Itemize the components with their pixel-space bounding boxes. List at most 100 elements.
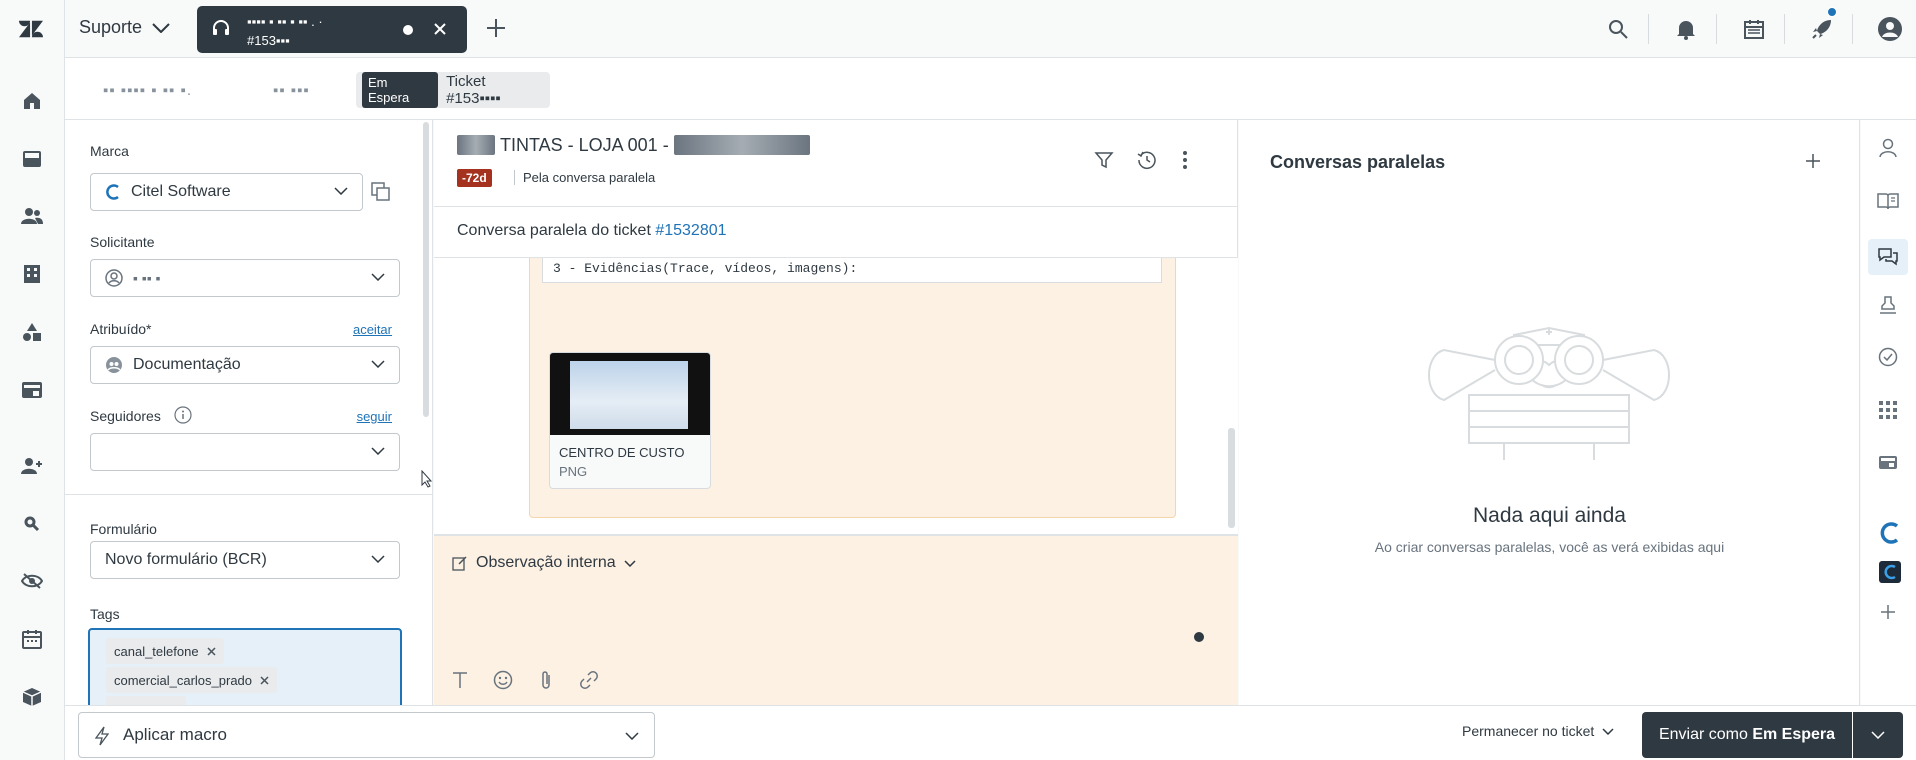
chevron-down-icon [625,732,639,740]
user-profile-icon[interactable] [1875,135,1901,161]
requester-select[interactable]: ▪ ▪▪ ▪ [90,259,400,297]
divider [65,494,432,495]
top-bar: Suporte ▪▪▪▪ ▪ ▪▪ ▪ ▪▪ . · #153▪▪▪ [65,0,1916,58]
tab-ticket[interactable]: Em Espera Ticket #153▪▪▪▪ [356,72,550,108]
scrollbar[interactable] [423,122,429,417]
reply-composer[interactable]: Observação interna [434,534,1238,705]
remove-tag-icon[interactable] [260,675,269,685]
more-options-icon[interactable] [1182,150,1188,170]
attachment-icon[interactable] [534,668,558,692]
tab-label: Ticket #153▪▪▪▪ [446,73,501,107]
tag-item: canal_telefone [106,638,224,664]
composer-mode-select[interactable]: Observação interna [452,554,636,572]
subject-redacted: ▪▪▪▪▪ ▪ ▪▪▪▪▪ ▪▪▪▪▪▪▪▪ [673,135,810,155]
views-inbox-icon[interactable] [20,147,44,171]
accept-link[interactable]: aceitar [353,322,392,337]
customers-icon[interactable] [20,204,44,228]
person-icon [105,269,123,287]
chevron-down-icon [371,555,385,563]
filter-icon[interactable] [1094,150,1114,170]
side-conversations-icon[interactable] [1868,239,1908,275]
link-icon[interactable] [577,668,601,692]
home-icon[interactable] [20,89,44,113]
rocket-icon[interactable] [1809,7,1837,42]
grammarly-dot-icon[interactable] [1194,632,1204,642]
emoji-icon[interactable] [491,668,515,692]
remove-tag-icon[interactable] [207,646,216,656]
attachment-card[interactable]: CENTRO DE CUSTO PNG [549,352,711,489]
mouse-cursor-icon [421,470,433,488]
chevron-down-icon [1602,727,1614,735]
chevron-down-icon [1871,731,1885,739]
stay-on-ticket-select[interactable]: Permanecer no ticket [1462,723,1614,739]
device-icon[interactable] [1875,450,1901,476]
ticket-subject[interactable]: ▪▪▪▪▪▪ TINTAS - LOJA 001 - ▪▪▪▪▪ ▪ ▪▪▪▪▪… [457,135,810,156]
parent-ticket-link[interactable]: #1532801 [655,222,726,239]
citel-logo-icon [106,184,119,200]
add-app-icon[interactable] [1875,599,1901,625]
apply-macro-select[interactable]: Aplicar macro [78,712,655,758]
shapes-icon[interactable] [20,320,44,344]
chevron-down-icon [152,22,170,33]
age-badge: -72d [457,169,492,187]
stamp-icon[interactable] [1875,292,1901,318]
knowledge-book-icon[interactable] [1875,188,1901,214]
internal-note-message: 3 - Evidências(Trace, vídeos, imagens): … [529,258,1176,518]
call-tab-ticket: #153▪▪▪ [247,33,290,48]
apps-grid-icon[interactable] [1875,397,1901,423]
text-format-icon[interactable] [448,668,472,692]
citel-dark-app-icon[interactable] [1879,561,1901,583]
package-icon[interactable] [20,685,44,709]
tag-item: comercial_carlos_prado [106,667,278,693]
history-icon[interactable] [1137,150,1157,170]
calendar-app-icon[interactable] [20,627,44,651]
calendar-icon[interactable] [1741,16,1767,42]
call-tab[interactable]: ▪▪▪▪ ▪ ▪▪ ▪ ▪▪ . · #153▪▪▪ [197,6,467,53]
tab-user[interactable]: ▪▪ ▪▪▪▪ ▪ ▪▪ ▪. [91,72,204,108]
tab-organization[interactable]: ▪▪ ▪▪▪ [261,72,322,108]
divider [1852,14,1853,44]
search-icon[interactable] [1605,16,1631,42]
chevron-down-icon [371,447,385,455]
organizations-icon[interactable] [20,262,44,286]
code-block: 3 - Evidências(Trace, vídeos, imagens): [542,258,1162,283]
followers-select[interactable] [90,433,400,471]
eye-hidden-icon[interactable] [20,569,44,593]
copy-icon[interactable] [371,182,391,202]
submit-button[interactable]: Enviar como Em Espera [1642,712,1852,758]
form-select[interactable]: Novo formulário (BCR) [90,541,400,579]
tab-label: ▪▪ ▪▪▪▪ ▪ ▪▪ ▪. [103,81,193,99]
add-user-icon[interactable] [20,454,44,478]
headset-icon [212,20,230,38]
call-tab-title: ▪▪▪▪ ▪ ▪▪ ▪ ▪▪ . · [247,14,323,29]
brand-select[interactable]: Citel Software [90,173,363,211]
citel-app-icon[interactable] [1879,522,1901,544]
user-avatar-icon[interactable] [1877,16,1903,42]
ticket-via: Pela conversa paralela [514,170,655,185]
tab-label: ▪▪ ▪▪▪ [273,81,310,99]
notifications-bell-icon[interactable] [1673,16,1699,42]
lightning-icon [95,726,109,746]
add-side-conversation-icon[interactable] [1805,153,1821,169]
check-circle-icon[interactable] [1875,344,1901,370]
zendesk-logo-icon[interactable] [19,17,43,41]
close-icon[interactable] [433,22,447,36]
admin-center-icon[interactable] [20,378,44,402]
tags-input[interactable]: canal_telefone comercial_carlos_prado ▪▪… [88,628,402,705]
submit-options-button[interactable] [1853,712,1903,758]
add-tab-icon[interactable] [485,17,507,39]
ticket-conversation: ▪▪▪▪▪▪ TINTAS - LOJA 001 - ▪▪▪▪▪ ▪ ▪▪▪▪▪… [434,120,1238,705]
followers-label: Seguidores [90,408,161,424]
scrollbar[interactable] [1228,428,1235,528]
info-icon[interactable] [174,406,192,424]
macro-label: Aplicar macro [123,725,227,744]
search-app-icon[interactable] [20,512,44,536]
follow-link[interactable]: seguir [357,409,392,424]
submit-status: Em Espera [1752,726,1836,743]
empty-state-text: Ao criar conversas paralelas, você as ve… [1374,539,1725,555]
edit-note-icon [452,556,467,571]
tabs-row: ▪▪ ▪▪▪▪ ▪ ▪▪ ▪. ▪▪ ▪▪▪ Em Espera Ticket … [65,58,1916,120]
product-switcher[interactable]: Suporte [79,17,170,38]
assignee-select[interactable]: Documentação [90,346,400,384]
app-rail [1861,120,1916,705]
